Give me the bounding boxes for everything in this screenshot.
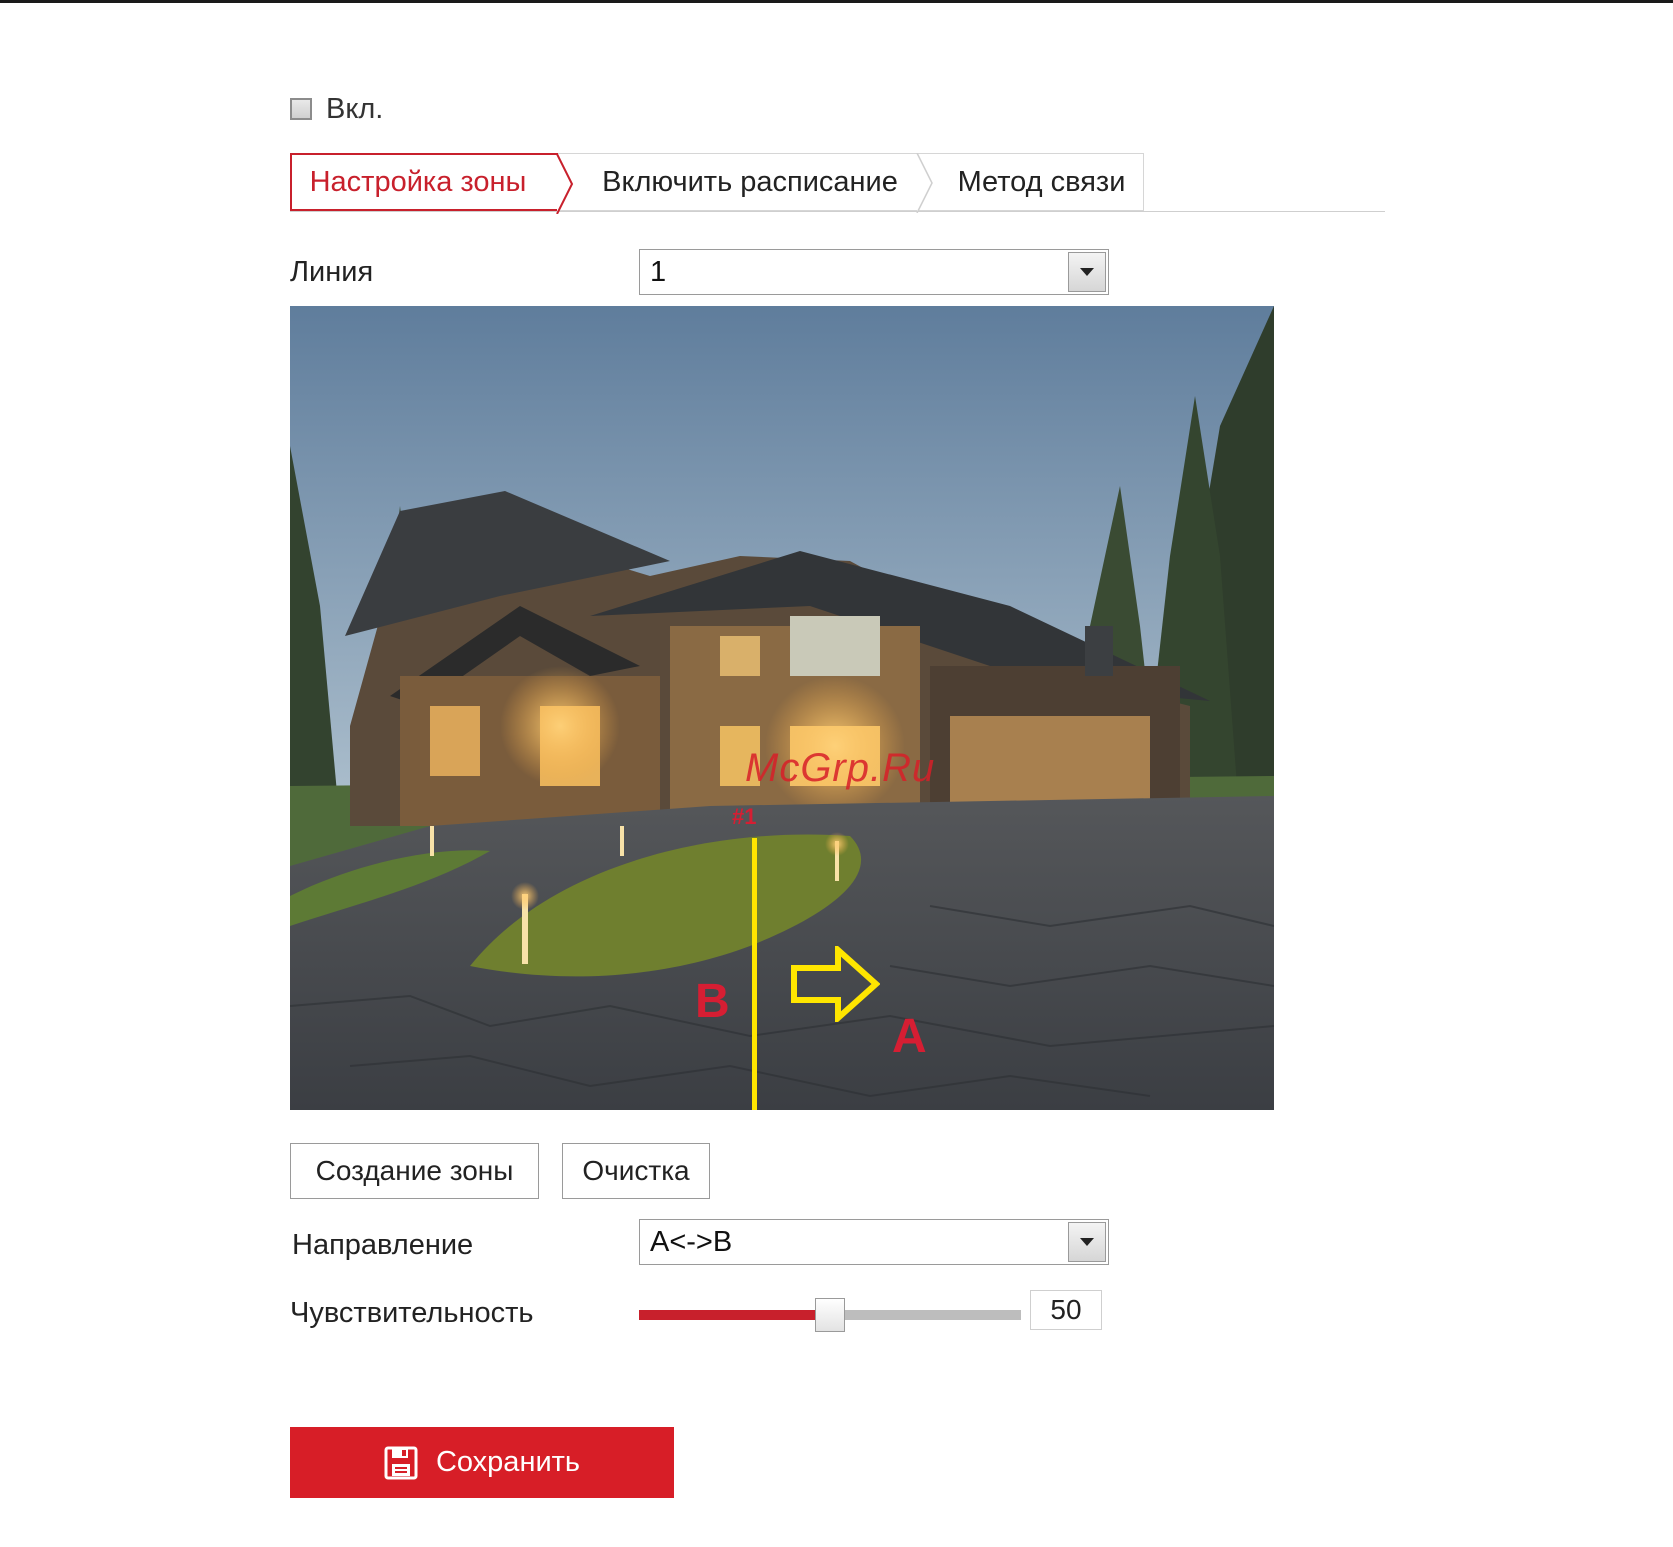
- line-label: Линия: [290, 256, 374, 288]
- watermark-text: McGrp.Ru: [745, 746, 936, 790]
- sensitivity-label: Чувствительность: [290, 1297, 534, 1329]
- line-select[interactable]: 1: [639, 249, 1109, 295]
- sensitivity-value-field[interactable]: 50: [1030, 1290, 1102, 1330]
- direction-arrow-icon: [791, 946, 880, 1022]
- tab-linkage[interactable]: Метод связи: [918, 153, 1144, 211]
- save-button[interactable]: Сохранить: [290, 1427, 674, 1498]
- video-preview[interactable]: McGrp.Ru #1 B A: [290, 306, 1274, 1110]
- sensitivity-slider[interactable]: [639, 1298, 1021, 1332]
- tab-zone-settings-label: Настройка зоны: [309, 165, 527, 198]
- tab-chevron-icon: [916, 153, 933, 213]
- line-select-value: 1: [650, 255, 667, 288]
- tab-chevron-icon: [556, 154, 574, 214]
- chevron-down-icon[interactable]: [1068, 1222, 1106, 1262]
- save-button-label: Сохранить: [435, 1446, 581, 1478]
- tab-schedule-label: Включить расписание: [602, 165, 898, 198]
- tripwire-line[interactable]: [752, 838, 757, 1110]
- create-zone-button[interactable]: Создание зоны: [290, 1143, 539, 1199]
- slider-fill: [639, 1310, 830, 1320]
- slider-thumb[interactable]: [815, 1298, 845, 1332]
- tab-linkage-label: Метод связи: [957, 165, 1126, 198]
- direction-label: Направление: [292, 1229, 474, 1261]
- side-b-label: B: [695, 975, 730, 1028]
- direction-select[interactable]: A<->B: [639, 1219, 1109, 1265]
- chevron-down-icon[interactable]: [1068, 252, 1106, 292]
- direction-select-value: A<->B: [650, 1225, 733, 1258]
- rule-id-label: #1: [732, 804, 757, 829]
- top-border: [0, 0, 1673, 3]
- clear-button[interactable]: Очистка: [562, 1143, 710, 1199]
- camera-scene-image: [290, 306, 1274, 1110]
- enable-checkbox[interactable]: [290, 98, 312, 120]
- tab-schedule[interactable]: Включить расписание: [558, 153, 933, 213]
- floppy-disk-icon: [384, 1446, 418, 1479]
- tab-bar: Настройка зоны Включить расписание Метод…: [290, 153, 1144, 214]
- enable-row[interactable]: Вкл.: [290, 92, 383, 126]
- tab-zone-settings[interactable]: Настройка зоны: [290, 153, 574, 214]
- side-a-label: A: [892, 1010, 927, 1063]
- enable-label: Вкл.: [326, 92, 384, 125]
